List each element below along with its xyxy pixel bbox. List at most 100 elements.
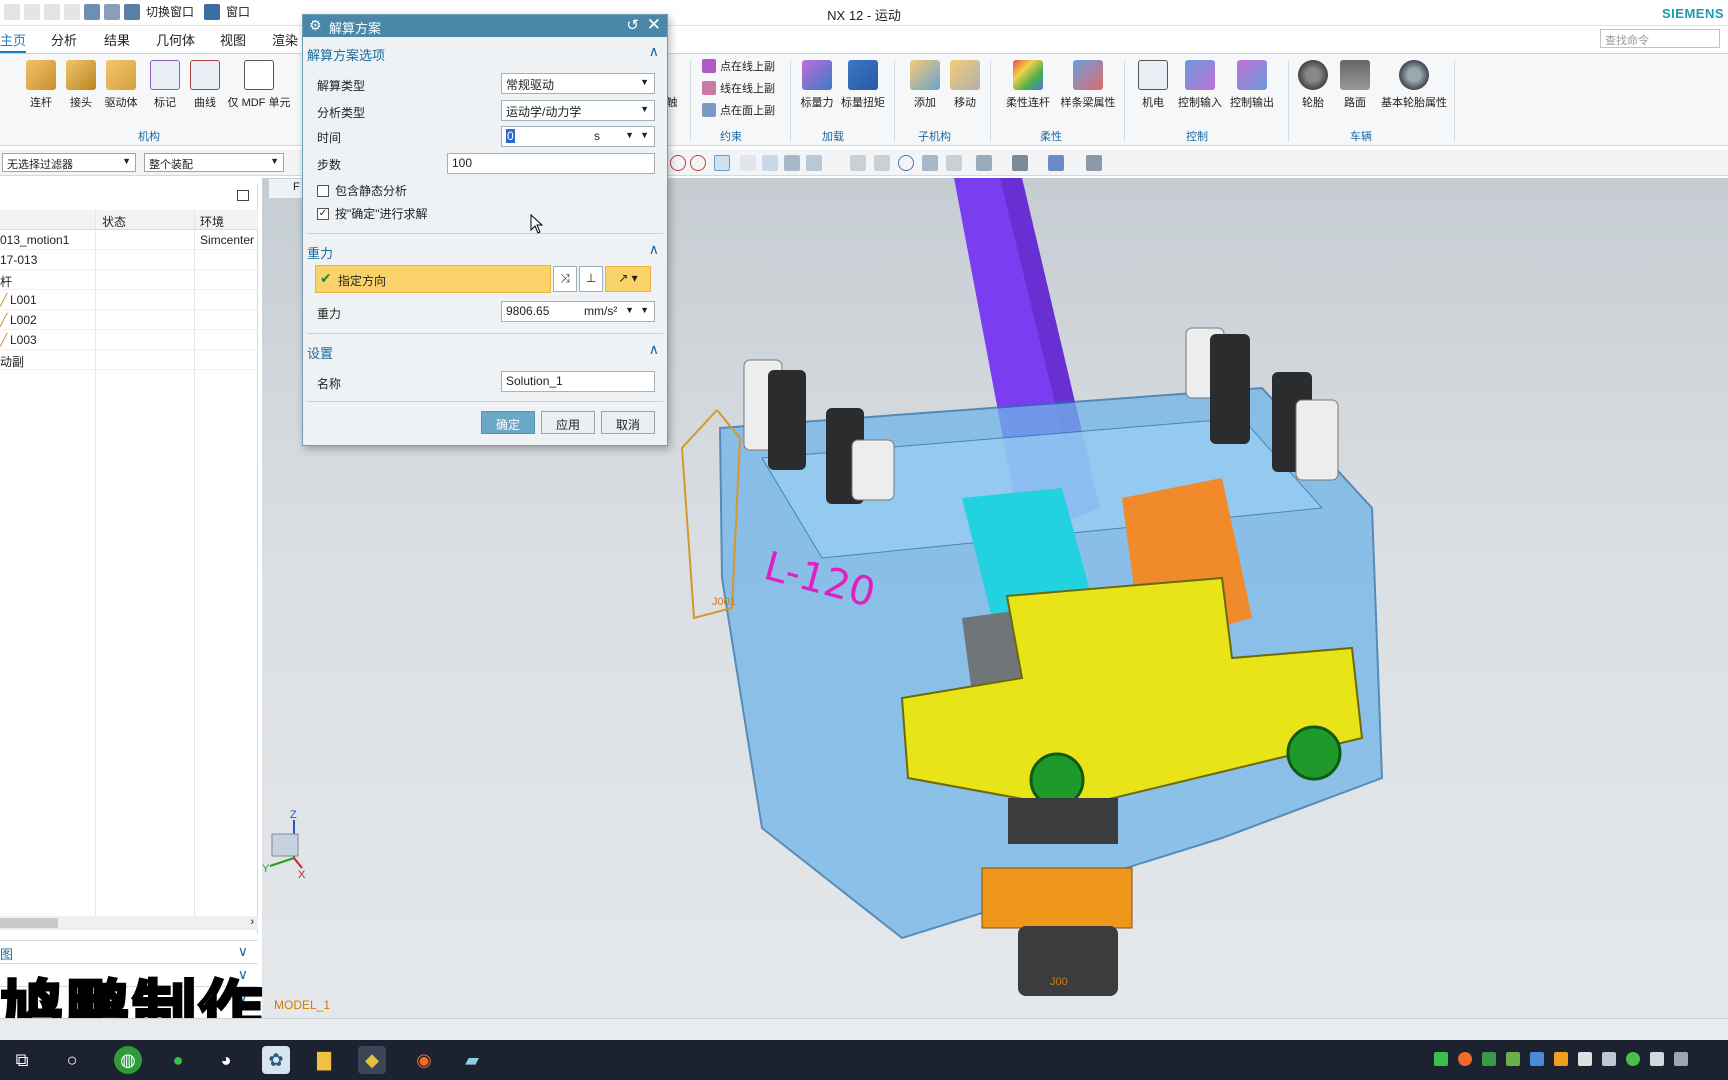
shaded-icon[interactable] <box>1048 155 1064 171</box>
snap-grid-icon[interactable] <box>806 155 822 171</box>
tab-analysis[interactable]: 分析 <box>51 30 77 49</box>
tab-view[interactable]: 视图 <box>220 30 246 49</box>
navigator-row[interactable]: ╱ L001 <box>0 290 258 310</box>
navigator-row[interactable]: ╱ L002 <box>0 310 258 330</box>
chevron-down-icon[interactable]: ∨ <box>238 943 248 960</box>
selection-filter-dropdown[interactable]: 无选择过滤器 ▼ <box>2 153 136 172</box>
wechat-icon[interactable]: ● <box>164 1046 192 1074</box>
snap-face-icon[interactable] <box>762 155 778 171</box>
time-input[interactable]: 0 s ▼ ▼ <box>501 126 655 147</box>
navigator-row[interactable]: 17-013 <box>0 250 258 270</box>
nx-icon[interactable]: ◆ <box>358 1046 386 1074</box>
close-icon[interactable]: ✕ <box>647 15 661 35</box>
tab-home[interactable]: 主页 <box>0 30 27 53</box>
basic-tire-properties-button[interactable]: 基本轮胎属性 <box>1376 60 1452 110</box>
mdf-unit-button[interactable]: 仅 MDF 单元 <box>224 60 294 110</box>
unit-chevron-icon[interactable]: ▼ <box>625 130 634 140</box>
section-settings[interactable]: 设置 ∧ <box>307 341 663 362</box>
tablet-icon[interactable]: ▰ <box>458 1046 486 1074</box>
recorder-icon[interactable]: ◉ <box>410 1046 438 1074</box>
browser-icon[interactable]: ◍ <box>114 1046 142 1074</box>
navigator-row[interactable]: 动副 <box>0 350 258 370</box>
curve-on-curve-button[interactable]: 线在线上副 <box>702 80 775 96</box>
point-on-curve-button[interactable]: 点在线上副 <box>702 58 775 74</box>
ok-button[interactable]: 确定 <box>481 411 535 434</box>
scalar-torque-button[interactable]: 标量扭矩 <box>836 60 890 110</box>
tab-geometry[interactable]: 几何体 <box>156 30 195 49</box>
specify-direction-row[interactable]: ✔ 指定方向 <box>315 265 551 293</box>
snap-plane-icon[interactable] <box>784 155 800 171</box>
orient-icon[interactable] <box>946 155 962 171</box>
app-icon[interactable]: ✿ <box>262 1046 290 1074</box>
ime-icon[interactable] <box>1674 1052 1688 1066</box>
cancel-button[interactable]: 取消 <box>601 411 655 434</box>
tray-app-icon[interactable] <box>1434 1052 1448 1066</box>
scope-dropdown[interactable]: 整个装配 ▼ <box>144 153 284 172</box>
background-icon[interactable] <box>1012 155 1028 171</box>
scroll-thumb[interactable] <box>0 918 58 928</box>
tray-app-icon[interactable] <box>1554 1052 1568 1066</box>
tray-app-icon[interactable] <box>1626 1052 1640 1066</box>
snap-line-icon[interactable] <box>740 155 756 171</box>
tray-app-icon[interactable] <box>1458 1052 1472 1066</box>
vector-type-dropdown[interactable]: ↗ ▾ <box>605 266 651 292</box>
tray-app-icon[interactable] <box>1530 1052 1544 1066</box>
section-gravity[interactable]: 重力 ∧ <box>307 241 663 262</box>
rotate-icon[interactable] <box>898 155 914 171</box>
battery-icon[interactable] <box>1578 1052 1592 1066</box>
include-static-analysis-checkbox[interactable]: 包含静态分析 <box>317 182 407 199</box>
shield-icon[interactable] <box>1482 1052 1496 1066</box>
checkbox-checked[interactable]: ✓ <box>317 207 329 220</box>
tab-render[interactable]: 渲染 <box>272 30 298 49</box>
horizontal-scrollbar[interactable]: › <box>0 916 258 930</box>
dialog-title-bar[interactable]: ⚙ 解算方案 ↺ ✕ <box>303 15 667 37</box>
column-status[interactable]: 状态 <box>102 213 126 230</box>
spline-beam-button[interactable]: 样条梁属性 <box>1058 60 1118 110</box>
solution-type-dropdown[interactable]: 常规驱动 ▼ <box>501 73 655 94</box>
move-submechanism-button[interactable]: 移动 <box>938 60 992 110</box>
navigator-row[interactable]: 杆 <box>0 270 258 290</box>
chevron-down-icon[interactable]: ▼ <box>640 305 649 315</box>
solution-name-input[interactable]: Solution_1 <box>501 371 655 392</box>
gravity-input[interactable]: 9806.65 mm/s² ▼ ▼ <box>501 301 655 322</box>
solve-on-ok-checkbox[interactable]: ✓ 按"确定"进行求解 <box>317 205 428 222</box>
tab-results[interactable]: 结果 <box>104 30 130 49</box>
snap-center-icon[interactable] <box>670 155 686 171</box>
section-solution-options[interactable]: 解算方案选项 ∧ <box>307 43 663 64</box>
clipping-icon[interactable] <box>1086 155 1102 171</box>
column-environment[interactable]: 环境 <box>200 213 224 230</box>
flexible-link-button[interactable]: 柔性连杆 <box>1000 60 1056 110</box>
network-icon[interactable] <box>1650 1052 1664 1066</box>
navigator-row[interactable]: ╱ L003 <box>0 330 258 350</box>
view-panel[interactable]: 图 ∨ <box>0 940 258 962</box>
snap-cross-icon[interactable] <box>714 155 730 171</box>
chevron-down-icon[interactable]: ▼ <box>640 130 649 140</box>
road-button[interactable]: 路面 <box>1328 60 1382 110</box>
collapse-icon[interactable]: ∧ <box>649 241 659 258</box>
collapse-icon[interactable]: ∧ <box>649 43 659 60</box>
fit-view-icon[interactable] <box>850 155 866 171</box>
pan-icon[interactable] <box>922 155 938 171</box>
steps-input[interactable]: 100 <box>447 153 655 174</box>
zoom-icon[interactable] <box>874 155 890 171</box>
reset-icon[interactable]: ↺ <box>626 16 639 34</box>
vector-dialog-button[interactable]: ⊥ <box>579 266 603 292</box>
apply-button[interactable]: 应用 <box>541 411 595 434</box>
task-view-icon[interactable]: ⧉ <box>8 1046 36 1074</box>
analysis-type-dropdown[interactable]: 运动学/动力学 ▼ <box>501 100 655 121</box>
tray-app-icon[interactable] <box>1506 1052 1520 1066</box>
control-input-button[interactable]: 控制输入 <box>1172 60 1228 110</box>
render-style-icon[interactable] <box>976 155 992 171</box>
checkbox-unchecked[interactable] <box>317 184 329 197</box>
volume-icon[interactable] <box>1602 1052 1616 1066</box>
maximize-icon[interactable] <box>237 190 249 201</box>
reverse-direction-button[interactable]: ⤨ <box>553 266 577 292</box>
folder-icon[interactable]: ▇ <box>310 1046 338 1074</box>
control-output-button[interactable]: 控制输出 <box>1224 60 1280 110</box>
point-on-surface-button[interactable]: 点在面上副 <box>702 102 775 118</box>
search-icon[interactable]: ○ <box>58 1046 86 1074</box>
collapse-icon[interactable]: ∧ <box>649 341 659 358</box>
unit-chevron-icon[interactable]: ▼ <box>625 305 634 315</box>
qq-icon[interactable]: ◕ <box>212 1046 240 1074</box>
command-search-input[interactable]: 查找命令 <box>1600 29 1720 48</box>
